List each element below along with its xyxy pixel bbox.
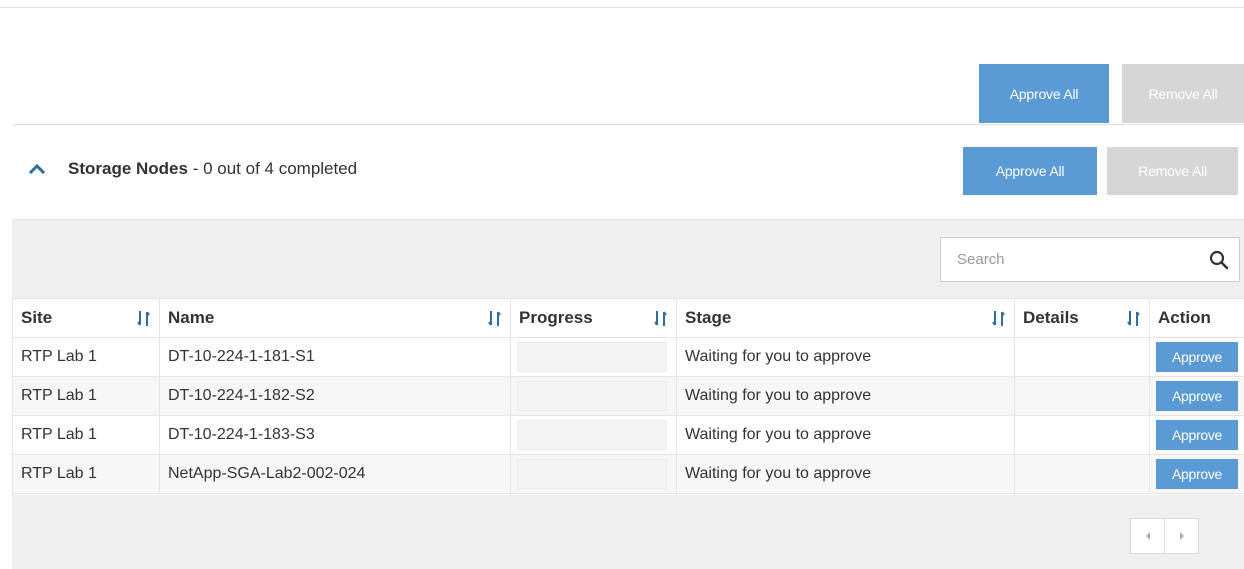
next-page-button[interactable]	[1164, 518, 1199, 554]
progress-cell	[510, 376, 677, 416]
table-row: RTP Lab 1 NetApp-SGA-Lab2-002-024 Waitin…	[12, 454, 1244, 494]
site-cell: RTP Lab 1	[12, 454, 160, 494]
column-header-progress[interactable]: Progress	[510, 298, 677, 338]
approve-button[interactable]: Approve	[1156, 381, 1238, 411]
stage-cell: Waiting for you to approve	[676, 376, 1015, 416]
group-approve-all-button[interactable]: Approve All	[963, 147, 1097, 195]
action-cell: Approve	[1149, 454, 1244, 494]
stage-cell: Waiting for you to approve	[676, 454, 1015, 494]
action-cell: Approve	[1149, 376, 1244, 416]
chevron-up-icon[interactable]	[28, 160, 46, 178]
sort-icon[interactable]	[137, 310, 151, 327]
prev-page-button[interactable]	[1130, 518, 1165, 554]
progress-bar	[517, 381, 667, 411]
table-row: RTP Lab 1 DT-10-224-1-181-S1 Waiting for…	[12, 337, 1244, 377]
sort-icon[interactable]	[992, 310, 1006, 327]
table-header-row: Site Name Progress Stage Details Action	[12, 298, 1244, 338]
approve-button[interactable]: Approve	[1156, 459, 1238, 489]
action-cell: Approve	[1149, 337, 1244, 377]
column-header-site[interactable]: Site	[12, 298, 160, 338]
name-cell: DT-10-224-1-183-S3	[159, 415, 511, 455]
site-cell: RTP Lab 1	[12, 415, 160, 455]
approve-all-button[interactable]: Approve All	[979, 64, 1109, 123]
details-cell	[1014, 376, 1150, 416]
column-header-stage[interactable]: Stage	[676, 298, 1015, 338]
sort-icon[interactable]	[1127, 310, 1141, 327]
sort-icon[interactable]	[654, 310, 668, 327]
column-header-action: Action	[1149, 298, 1244, 338]
table-row: RTP Lab 1 DT-10-224-1-182-S2 Waiting for…	[12, 376, 1244, 416]
action-cell: Approve	[1149, 415, 1244, 455]
stage-cell: Waiting for you to approve	[676, 415, 1015, 455]
top-divider	[0, 0, 1244, 8]
table-footer	[12, 495, 1244, 569]
approve-button[interactable]: Approve	[1156, 420, 1238, 450]
search-box[interactable]	[940, 237, 1240, 282]
details-cell	[1014, 454, 1150, 494]
details-cell	[1014, 415, 1150, 455]
search-input[interactable]	[957, 238, 1197, 281]
site-cell: RTP Lab 1	[12, 337, 160, 377]
progress-cell	[510, 337, 677, 377]
search-icon[interactable]	[1209, 250, 1229, 270]
site-cell: RTP Lab 1	[12, 376, 160, 416]
stage-cell: Waiting for you to approve	[676, 337, 1015, 377]
progress-bar	[517, 459, 667, 489]
progress-bar	[517, 420, 667, 450]
panel-title: Storage Nodes - 0 out of 4 completed	[68, 159, 357, 179]
name-cell: DT-10-224-1-181-S1	[159, 337, 511, 377]
column-header-name[interactable]: Name	[159, 298, 511, 338]
remove-all-button[interactable]: Remove All	[1122, 64, 1244, 123]
approve-button[interactable]: Approve	[1156, 342, 1238, 372]
column-header-details[interactable]: Details	[1014, 298, 1150, 338]
group-name: Storage Nodes	[68, 159, 188, 178]
progress-cell	[510, 415, 677, 455]
chevron-left-icon	[1145, 532, 1150, 540]
table-row: RTP Lab 1 DT-10-224-1-183-S3 Waiting for…	[12, 415, 1244, 455]
name-cell: NetApp-SGA-Lab2-002-024	[159, 454, 511, 494]
nodes-table: Site Name Progress Stage Details Action …	[12, 298, 1244, 494]
group-status: - 0 out of 4 completed	[187, 159, 358, 178]
sort-icon[interactable]	[488, 310, 502, 327]
progress-cell	[510, 454, 677, 494]
group-remove-all-button[interactable]: Remove All	[1107, 147, 1238, 195]
progress-bar	[517, 342, 667, 372]
chevron-right-icon	[1179, 532, 1184, 540]
details-cell	[1014, 337, 1150, 377]
pagination	[1130, 518, 1199, 554]
name-cell: DT-10-224-1-182-S2	[159, 376, 511, 416]
